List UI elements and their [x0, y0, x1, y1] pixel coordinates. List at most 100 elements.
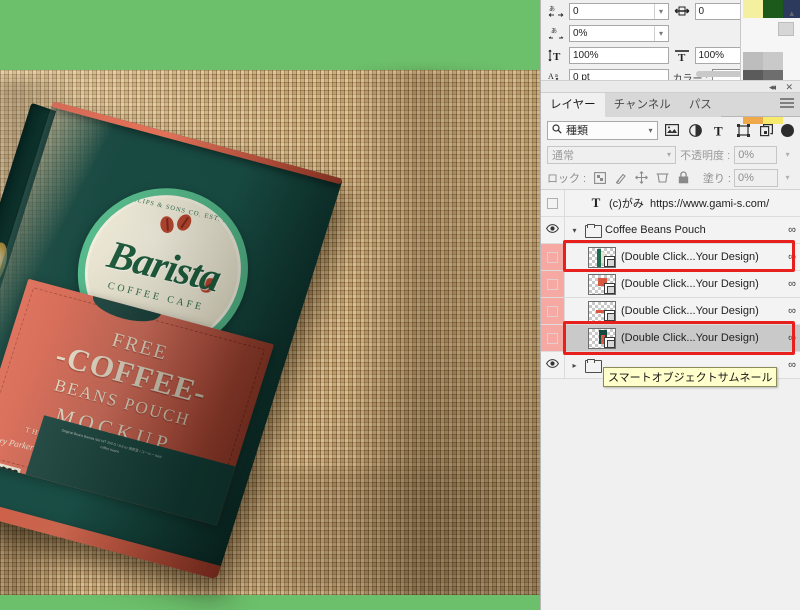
table-row[interactable]: (Double Click...Your Design) ∞: [541, 271, 800, 298]
table-row[interactable]: (Double Click...Your Design) ∞: [541, 298, 800, 325]
layer-name: Coffee Beans Pouch: [605, 224, 706, 236]
barista-round-label: PHILLIPS & SONS CO. EST. 2019 Barista CO…: [58, 171, 268, 372]
canvas-background-top: [0, 0, 540, 70]
chevron-down-icon[interactable]: ▾: [569, 226, 580, 235]
coffee-bean-icon: [174, 212, 195, 233]
pixel-layer-filter-icon[interactable]: [663, 121, 682, 140]
tracking-field[interactable]: 0 ▾: [569, 2, 669, 20]
opacity-value: 0%: [738, 148, 755, 161]
layer-name: (Double Click...Your Design): [621, 278, 759, 290]
vertical-scale-icon: T: [547, 47, 565, 63]
lock-transparent-pixels-icon[interactable]: [592, 170, 607, 185]
coffee-bean-icon: [197, 275, 220, 296]
qr-code-icon: [0, 459, 21, 506]
blend-mode-select[interactable]: 通常 ▾: [547, 145, 677, 164]
fill-group: 塗り : 0% ▾: [703, 168, 794, 187]
link-icon[interactable]: ∞: [788, 305, 796, 317]
photoshop-window: PHILLIPS & SONS CO. EST. 2019 Barista CO…: [0, 0, 800, 610]
swatches-panel[interactable]: ▴: [740, 0, 800, 124]
adjustment-layer-filter-icon[interactable]: [686, 121, 705, 140]
brand-name: Barista: [103, 231, 226, 301]
collapse-panels-icon[interactable]: ◂◂: [769, 82, 776, 93]
tracking-value: 0: [573, 5, 579, 17]
layer-visibility-toggle[interactable]: [541, 352, 565, 378]
chevron-down-icon[interactable]: ▾: [781, 146, 794, 164]
swatch[interactable]: [763, 52, 783, 70]
chevron-down-icon[interactable]: ▾: [667, 150, 671, 159]
panel-notch: [88, 282, 165, 328]
swatch[interactable]: [763, 0, 783, 18]
tab-channels[interactable]: チャンネル: [604, 93, 680, 117]
table-row[interactable]: (Double Click...Your Design) ∞: [541, 325, 800, 352]
lock-all-icon[interactable]: [676, 170, 691, 185]
layer-visibility-toggle[interactable]: [541, 217, 565, 243]
document-canvas[interactable]: PHILLIPS & SONS CO. EST. 2019 Barista CO…: [0, 0, 540, 610]
link-icon[interactable]: ∞: [788, 359, 796, 371]
smart-object-thumbnail[interactable]: [588, 273, 616, 295]
tooltip: スマートオブジェクトサムネール: [603, 367, 778, 387]
eye-off-icon: [547, 305, 558, 317]
svg-text:あ: あ: [549, 6, 555, 13]
eye-off-icon: [547, 251, 558, 263]
lock-position-icon[interactable]: [634, 170, 649, 185]
link-icon[interactable]: ∞: [788, 224, 796, 236]
chevron-up-icon[interactable]: ▴: [789, 8, 794, 19]
character-panel[interactable]: あ 0 ▾ 0 ▾: [541, 0, 800, 124]
promo-line-3: BEANS POUCH: [52, 375, 193, 430]
layer-filter-kind-select[interactable]: 種類 ▾: [547, 120, 658, 140]
smart-object-thumbnail[interactable]: [588, 300, 616, 322]
label-arc-top-text: PHILLIPS & SONS CO. EST. 2019: [118, 192, 241, 228]
link-icon[interactable]: ∞: [788, 278, 796, 290]
type-layer-icon: T: [591, 195, 601, 210]
tracking-icon: あ: [547, 3, 565, 19]
table-row[interactable]: (Double Click...Your Design) ∞: [541, 244, 800, 271]
table-row[interactable]: T (c)がみ https://www.gami-s.com/: [541, 190, 800, 217]
chevron-down-icon[interactable]: ▾: [781, 169, 794, 187]
layer-visibility-toggle[interactable]: [541, 325, 565, 351]
chevron-down-icon[interactable]: ▾: [653, 25, 668, 41]
close-icon[interactable]: ✕: [785, 82, 793, 93]
layer-visibility-toggle[interactable]: [541, 244, 565, 270]
search-icon: [552, 123, 562, 137]
lock-label: ロック :: [547, 172, 587, 185]
promo-line-1: FREE: [109, 329, 171, 365]
lock-image-pixels-icon[interactable]: [613, 170, 628, 185]
layer-visibility-toggle[interactable]: [541, 271, 565, 297]
link-icon[interactable]: ∞: [788, 251, 796, 263]
swatches-side-button[interactable]: [778, 22, 794, 36]
kerning-field[interactable]: 0% ▾: [569, 24, 669, 42]
smart-object-thumbnail[interactable]: [588, 327, 616, 349]
smart-object-thumbnail[interactable]: [588, 246, 616, 268]
fill-value: 0%: [738, 171, 754, 184]
swatch[interactable]: [743, 52, 763, 70]
horizontal-scale-icon: T: [673, 47, 691, 63]
layer-name: (Double Click...Your Design): [621, 251, 759, 263]
tab-paths[interactable]: パス: [679, 93, 721, 117]
svg-text:T: T: [714, 124, 723, 137]
fill-field[interactable]: 0%: [734, 168, 778, 187]
link-icon[interactable]: ∞: [788, 332, 796, 344]
lock-artboard-nesting-icon[interactable]: [655, 170, 670, 185]
eye-off-icon: [547, 332, 558, 344]
horizontal-scale-width-icon: [673, 3, 691, 19]
character-panel-scrollbar[interactable]: [696, 71, 742, 77]
layer-visibility-toggle[interactable]: [541, 298, 565, 324]
width-value: 0: [698, 5, 705, 17]
chevron-down-icon[interactable]: ▾: [649, 126, 653, 135]
layer-visibility-toggle[interactable]: [541, 190, 565, 216]
tab-layers[interactable]: レイヤー: [541, 93, 605, 117]
layer-name: (c)がみ https://www.gami-s.com/: [609, 198, 770, 210]
folder-icon: [585, 223, 602, 238]
swatch[interactable]: [743, 0, 763, 18]
opacity-field[interactable]: 0%: [734, 145, 778, 164]
coffee-bean-icon: [159, 215, 175, 235]
vertical-scale-field[interactable]: 100%: [569, 46, 669, 64]
table-row[interactable]: ▾ Coffee Beans Pouch ∞: [541, 217, 800, 244]
type-layer-filter-icon[interactable]: T: [710, 121, 729, 140]
chevron-right-icon[interactable]: ▸: [569, 361, 580, 370]
filter-toggle-icon[interactable]: [781, 123, 795, 137]
chevron-down-icon[interactable]: ▾: [653, 3, 668, 19]
layer-list[interactable]: T (c)がみ https://www.gami-s.com/ ▾ Coffee…: [541, 190, 800, 387]
label-arc-bottom-text: THE QUEST FOR BEST COFFEE: [87, 317, 204, 351]
hamburger-menu-icon[interactable]: [780, 98, 794, 110]
